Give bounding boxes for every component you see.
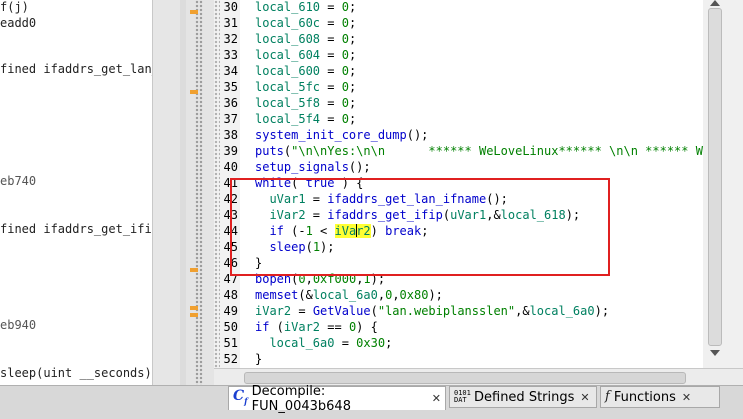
line-number: 44 [223,224,238,238]
hscroll-thumb[interactable] [244,372,686,384]
line-number: 39 [223,144,238,158]
code-line[interactable]: local_610 = 0; [255,0,356,14]
code-line[interactable]: system_init_core_dump(); [255,128,428,142]
tab-defined-strings[interactable]: 0101 DAT Defined Strings ✕ [449,386,597,408]
line-number: 43 [223,208,238,222]
code-line[interactable]: local_600 = 0; [255,64,356,78]
code-line[interactable]: setup_signals(); [255,160,371,174]
marker-icon[interactable] [190,306,198,310]
line-number: 51 [223,336,238,350]
code-line[interactable]: sleep(1); [255,240,334,254]
close-icon[interactable]: ✕ [682,391,691,404]
tab-label: Decompile: FUN_0043b648 [251,383,351,414]
code-line[interactable]: uVar1 = ifaddrs_get_lan_ifname(); [255,192,507,206]
functions-icon: 𝑓 [605,389,610,404]
listing-line: sleep(uint __seconds) [0,366,152,380]
close-icon[interactable]: ✕ [432,392,441,405]
close-icon[interactable]: ✕ [580,391,589,404]
overview-dots [195,0,203,385]
code-line[interactable]: if (-1 < iVar2) break; [255,224,428,238]
line-number: 38 [223,128,238,142]
line-number: 49 [223,304,238,318]
line-number: 31 [223,16,238,30]
line-number: 33 [223,48,238,62]
line-number: 52 [223,352,238,366]
code-line[interactable]: } [255,352,262,366]
line-number: 41 [223,176,238,190]
line-number: 45 [223,240,238,254]
marker-icon[interactable] [190,268,198,272]
code-line[interactable]: memset(&local_6a0,0,0x80); [255,288,443,302]
code-line[interactable]: while( true ) { [255,176,363,190]
tab-decompile[interactable]: Cf Decompile: FUN_0043b648 ✕ [228,384,446,414]
marker-icon[interactable] [190,10,198,14]
code-line[interactable]: local_5f4 = 0; [255,112,356,126]
marker-icon[interactable] [190,90,198,94]
scroll-down-icon[interactable] [710,350,720,356]
tab-label: Functions [613,389,676,405]
code-line[interactable]: local_5fc = 0; [255,80,356,94]
line-number: 46 [223,256,238,270]
code-line[interactable]: bopen(0,0xf000,1); [255,272,385,286]
line-number: 35 [223,80,238,94]
line-number: 50 [223,320,238,334]
strings-icon: 0101 DAT [454,389,471,404]
listing-pane[interactable]: f(j) eadd0 fined ifaddrs_get_lan_ifna eb… [0,0,152,385]
line-number: 30 [223,0,238,14]
code-line[interactable]: iVar2 = ifaddrs_get_ifip(uVar1,&local_61… [255,208,580,222]
tab-label: Defined Strings [474,389,575,405]
decompile-icon: Cf [233,388,248,406]
listing-line: fined ifaddrs_get_ifip() [0,222,152,236]
code-line[interactable]: puts("\n\nYes:\n\n ****** WeLoveLinux***… [255,144,717,158]
tab-functions[interactable]: 𝑓 Functions ✕ [600,386,720,408]
line-number: 32 [223,32,238,46]
line-number: 40 [223,160,238,174]
decompiler-vertical-scrollbar[interactable] [703,0,743,368]
code-line[interactable]: if (iVar2 == 0) { [255,320,378,334]
listing-scrollbar[interactable] [152,0,181,385]
window-tab-bar: Cf Decompile: FUN_0043b648 ✕ 0101 DAT Def… [0,384,743,419]
line-number: 37 [223,112,238,126]
code-line[interactable]: local_60c = 0; [255,16,356,30]
line-number: 47 [223,272,238,286]
listing-line: f(j) [0,0,29,14]
code-line[interactable]: local_5f8 = 0; [255,96,356,110]
scroll-up-icon[interactable] [710,0,720,6]
listing-line: fined ifaddrs_get_lan_ifna [0,62,152,76]
code-line[interactable]: } [255,256,262,270]
line-number: 48 [223,288,238,302]
line-number: 42 [223,192,238,206]
line-number: 36 [223,96,238,110]
listing-line: eb940 [0,318,37,332]
listing-line: eb740 [0,174,37,188]
code-line[interactable]: local_6a0 = 0x30; [255,336,392,350]
code-line[interactable]: local_608 = 0; [255,32,356,46]
line-number: 34 [223,64,238,78]
code-line[interactable]: iVar2 = GetValue("lan.webiplansslen",&lo… [255,304,609,318]
overview-bar[interactable] [186,0,215,385]
listing-line: eadd0 [0,16,37,30]
code-line[interactable]: local_604 = 0; [255,48,356,62]
marker-icon[interactable] [190,313,198,317]
scroll-thumb[interactable] [708,8,722,346]
